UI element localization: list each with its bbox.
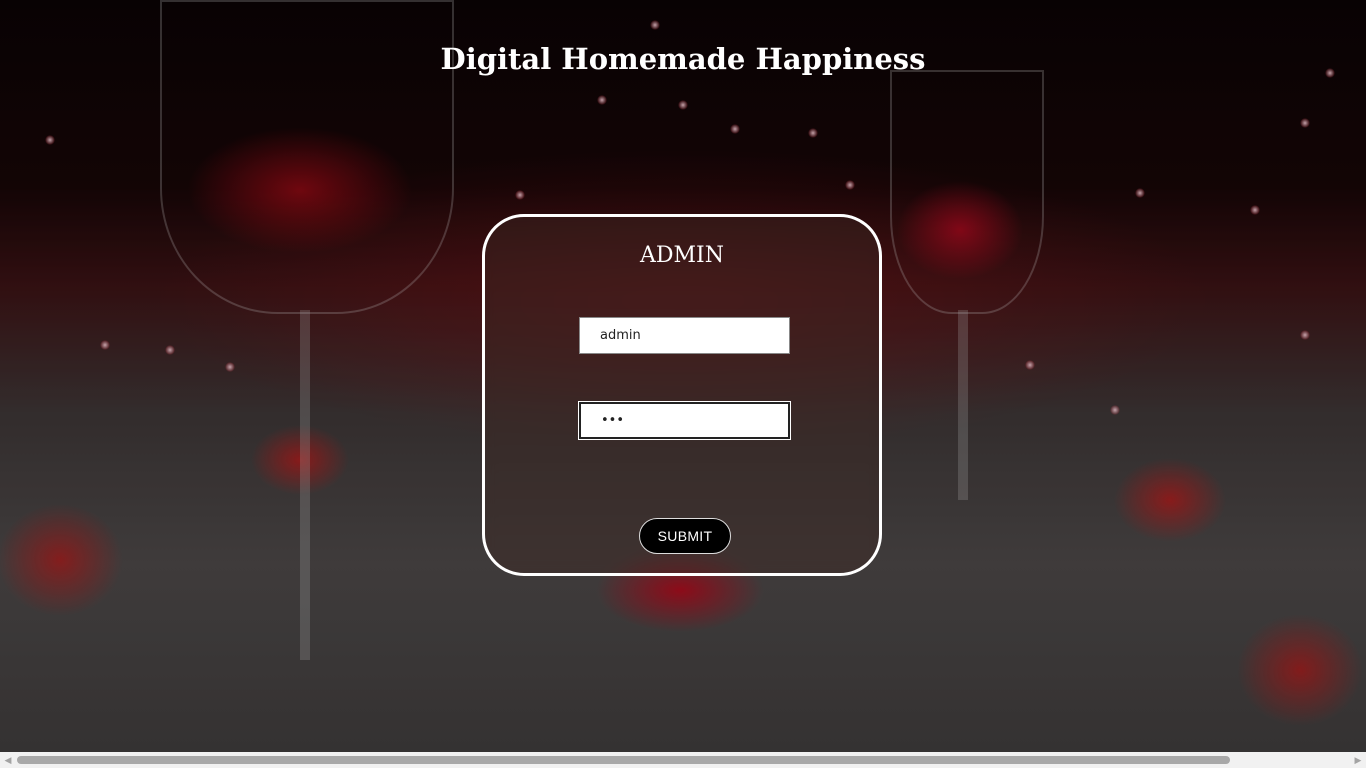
scrollbar-thumb[interactable]	[17, 756, 1230, 764]
login-card: ADMIN SUBMIT	[482, 214, 882, 576]
login-heading: ADMIN	[640, 243, 724, 268]
username-input[interactable]	[579, 317, 790, 354]
password-input[interactable]	[579, 402, 790, 439]
page-title: Digital Homemade Happiness	[440, 42, 926, 76]
submit-button[interactable]: SUBMIT	[639, 518, 731, 554]
chevron-right-icon[interactable]: ▶	[1350, 752, 1366, 768]
chevron-left-icon[interactable]: ◀	[0, 752, 16, 768]
horizontal-scrollbar[interactable]: ◀ ▶	[0, 752, 1366, 768]
